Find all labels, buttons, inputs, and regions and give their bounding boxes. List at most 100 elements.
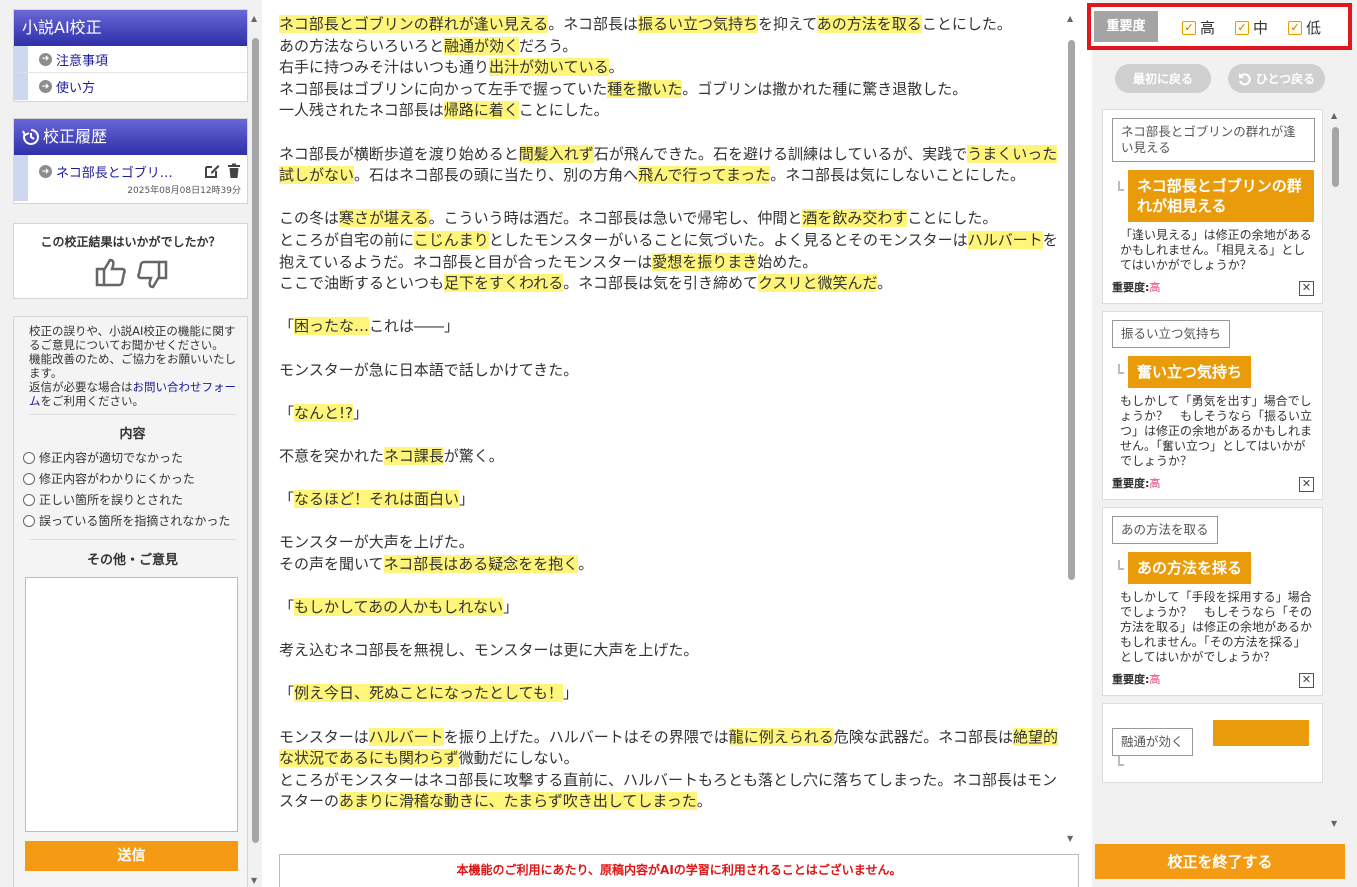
highlight[interactable]: 例え今日、死ぬことになったとしても！ xyxy=(294,684,563,703)
highlight[interactable]: あまりに滑稽な動きに、たまらず吹き出してしまった xyxy=(339,792,697,811)
history-item-date: 2025年08月08日12時39分 xyxy=(127,186,241,196)
suggestion-scrollbar[interactable]: ▲ ▼ xyxy=(1330,111,1342,833)
suggestion-text[interactable]: 奮い立つ気持ち xyxy=(1128,356,1252,388)
highlight[interactable]: ハルバート xyxy=(368,727,444,746)
radio-icon[interactable] xyxy=(23,451,35,464)
edit-icon[interactable] xyxy=(204,163,220,179)
highlight[interactable]: 間髪入れず xyxy=(518,144,594,163)
main-scrollbar-thumb[interactable] xyxy=(252,38,259,843)
other-title: その他・ご意見 xyxy=(86,553,178,568)
line: あの方法ならいろいろと融通が効くだろう。 xyxy=(279,36,578,55)
scroll-up-icon[interactable]: ▲ xyxy=(1067,14,1073,23)
thumbs-up-icon[interactable] xyxy=(95,256,129,292)
dismiss-button[interactable]: ✕ xyxy=(1299,477,1314,492)
radio-icon[interactable] xyxy=(23,514,35,527)
back-one-button-label: ひとつ戻る xyxy=(1255,72,1316,86)
highlight[interactable]: 帰路に着く xyxy=(443,101,519,120)
suggestion-text[interactable]: ネコ部長とゴブリンの群れが相見える xyxy=(1128,170,1314,222)
feedback-intro-1: 校正の誤りや、小説AI校正の機能に関するご意見についてお聞かせください。 xyxy=(29,324,236,352)
highlight[interactable]: 困ったな… xyxy=(294,317,370,336)
feedback-option[interactable]: 修正内容が適切でなかった xyxy=(23,447,236,468)
highlight[interactable]: 寒さが堪える xyxy=(339,209,429,228)
quote-4: 「もしかしてあの人かもしれない」 xyxy=(279,597,1066,619)
highlight[interactable]: クスリと微笑んだ xyxy=(757,274,878,293)
scroll-down-icon[interactable]: ▼ xyxy=(1331,819,1337,828)
text: 」 xyxy=(459,490,475,509)
original-text: あの方法を取る xyxy=(1112,516,1218,544)
filter-low-checkbox[interactable]: ✓ 低 xyxy=(1288,17,1321,38)
main-scrollbar[interactable]: ▲ ▼ xyxy=(250,10,262,887)
text: ところが自宅の前に xyxy=(279,230,414,249)
scroll-up-icon[interactable]: ▲ xyxy=(251,14,257,23)
text: だろう。 xyxy=(519,36,578,55)
highlight[interactable]: なるほど！それは面白い xyxy=(294,490,460,509)
history-icon xyxy=(22,128,40,146)
feedback-option-label: 修正内容がわかりにくかった xyxy=(39,472,195,486)
suggestion-text[interactable] xyxy=(1212,720,1309,746)
checkbox-checked-icon[interactable]: ✓ xyxy=(1182,20,1196,35)
highlight[interactable]: 種を撒いた xyxy=(607,79,683,98)
scroll-up-icon[interactable]: ▲ xyxy=(1331,111,1337,120)
filter-high-checkbox[interactable]: ✓ 高 xyxy=(1182,17,1215,38)
trash-icon[interactable] xyxy=(226,163,242,179)
highlight[interactable]: 酒を飲み交わす xyxy=(802,209,908,228)
text: を振り上げた。ハルバートはその界隈では xyxy=(443,727,729,746)
highlight[interactable]: なんと!? xyxy=(294,403,353,422)
highlight[interactable]: こじんまり xyxy=(413,230,489,249)
highlight[interactable]: 飛んで行ってまった xyxy=(638,166,771,185)
first-button[interactable]: 最初に戻る xyxy=(1115,64,1211,93)
highlight[interactable]: 融通が効く xyxy=(444,36,520,55)
radio-icon[interactable] xyxy=(23,472,35,485)
paragraph-3: この冬は寒さが堪える。こういう時は酒だ。ネコ部長は急いで帰宅し、仲間と酒を飲み交… xyxy=(279,208,1066,294)
highlight[interactable]: ネコ部長はある疑念をを抱く xyxy=(383,554,579,573)
text: ことにした。 xyxy=(907,209,998,228)
suggestion-scrollbar-thumb[interactable] xyxy=(1332,127,1339,187)
arrow-right-icon: ➜ xyxy=(39,165,52,178)
highlight[interactable]: 振るい立つ気持ち xyxy=(637,15,758,33)
feedback-intro-3-post: をご利用ください。 xyxy=(40,394,145,408)
text: 」 xyxy=(353,403,369,422)
highlight[interactable]: 龍に例えられる xyxy=(728,727,834,746)
filter-mid-checkbox[interactable]: ✓ 中 xyxy=(1235,17,1268,38)
highlight[interactable]: ネコ課長 xyxy=(384,446,444,465)
feedback-option[interactable]: 誤っている箇所を指摘されなかった xyxy=(23,510,236,531)
checkbox-checked-icon[interactable]: ✓ xyxy=(1288,20,1302,35)
highlight[interactable]: もしかしてあの人かもしれない xyxy=(294,598,504,617)
quote-3: 「なるほど！それは面白い」 xyxy=(279,489,1066,511)
first-button-label: 最初に戻る xyxy=(1132,72,1193,86)
radio-icon[interactable] xyxy=(23,493,35,506)
feedback-option[interactable]: 正しい箇所を誤りとされた xyxy=(23,489,236,510)
text-scrollbar-thumb[interactable] xyxy=(1068,40,1075,580)
suggestion-text[interactable]: あの方法を採る xyxy=(1128,552,1252,584)
back-one-button[interactable]: ひとつ戻る xyxy=(1228,64,1325,93)
scroll-down-icon[interactable]: ▼ xyxy=(251,876,257,885)
feedback-textarea[interactable] xyxy=(25,577,238,832)
paragraph-5: モンスターはハルバートを振り上げた。ハルバートはその界隈では龍に例えられる危険な… xyxy=(279,727,1066,813)
feedback-option-label: 正しい箇所を誤りとされた xyxy=(39,493,184,507)
text-scrollbar[interactable]: ▲ ▼ xyxy=(1066,14,1078,846)
thumbs-down-icon[interactable] xyxy=(134,259,168,295)
menu-item-howto[interactable]: ➜ 使い方 xyxy=(14,73,247,100)
corner-arrow-icon xyxy=(1118,364,1124,374)
highlight[interactable]: 足下をすくわれる xyxy=(444,274,564,293)
text: 。こういう時は酒だ。ネコ部長は急いで帰宅し、仲間と xyxy=(428,209,803,228)
highlight[interactable]: 愛想を振りまき xyxy=(652,252,758,271)
submit-button[interactable]: 送信 xyxy=(25,841,238,871)
finish-proofreading-button[interactable]: 校正を終了する xyxy=(1095,844,1345,879)
corner-arrow-icon xyxy=(1118,560,1124,570)
highlight[interactable]: 出汁が効いている xyxy=(489,58,609,77)
menu-item-notes[interactable]: ➜ 注意事項 xyxy=(14,46,247,73)
highlight[interactable]: ネコ部長とゴブリンの群れが逢い見える xyxy=(279,15,549,33)
importance-label: 重要度: xyxy=(1112,673,1150,686)
checkbox-checked-icon[interactable]: ✓ xyxy=(1235,20,1249,35)
dismiss-button[interactable]: ✕ xyxy=(1299,673,1314,688)
importance: 重要度:高 xyxy=(1112,475,1313,491)
feedback-option[interactable]: 修正内容がわかりにくかった xyxy=(23,468,236,489)
highlight[interactable]: ハルバート xyxy=(967,230,1043,249)
text: を抑えて xyxy=(757,15,817,33)
scroll-down-icon[interactable]: ▼ xyxy=(1067,834,1073,843)
history-item[interactable]: ➜ ネコ部長とゴブリ… 2025年08月08日12時39分 xyxy=(14,155,247,201)
line-4: 考え込むネコ部長を無視し、モンスターは更に大声を上げた。 xyxy=(279,641,699,660)
highlight[interactable]: あの方法を取る xyxy=(816,15,922,33)
dismiss-button[interactable]: ✕ xyxy=(1299,281,1314,296)
